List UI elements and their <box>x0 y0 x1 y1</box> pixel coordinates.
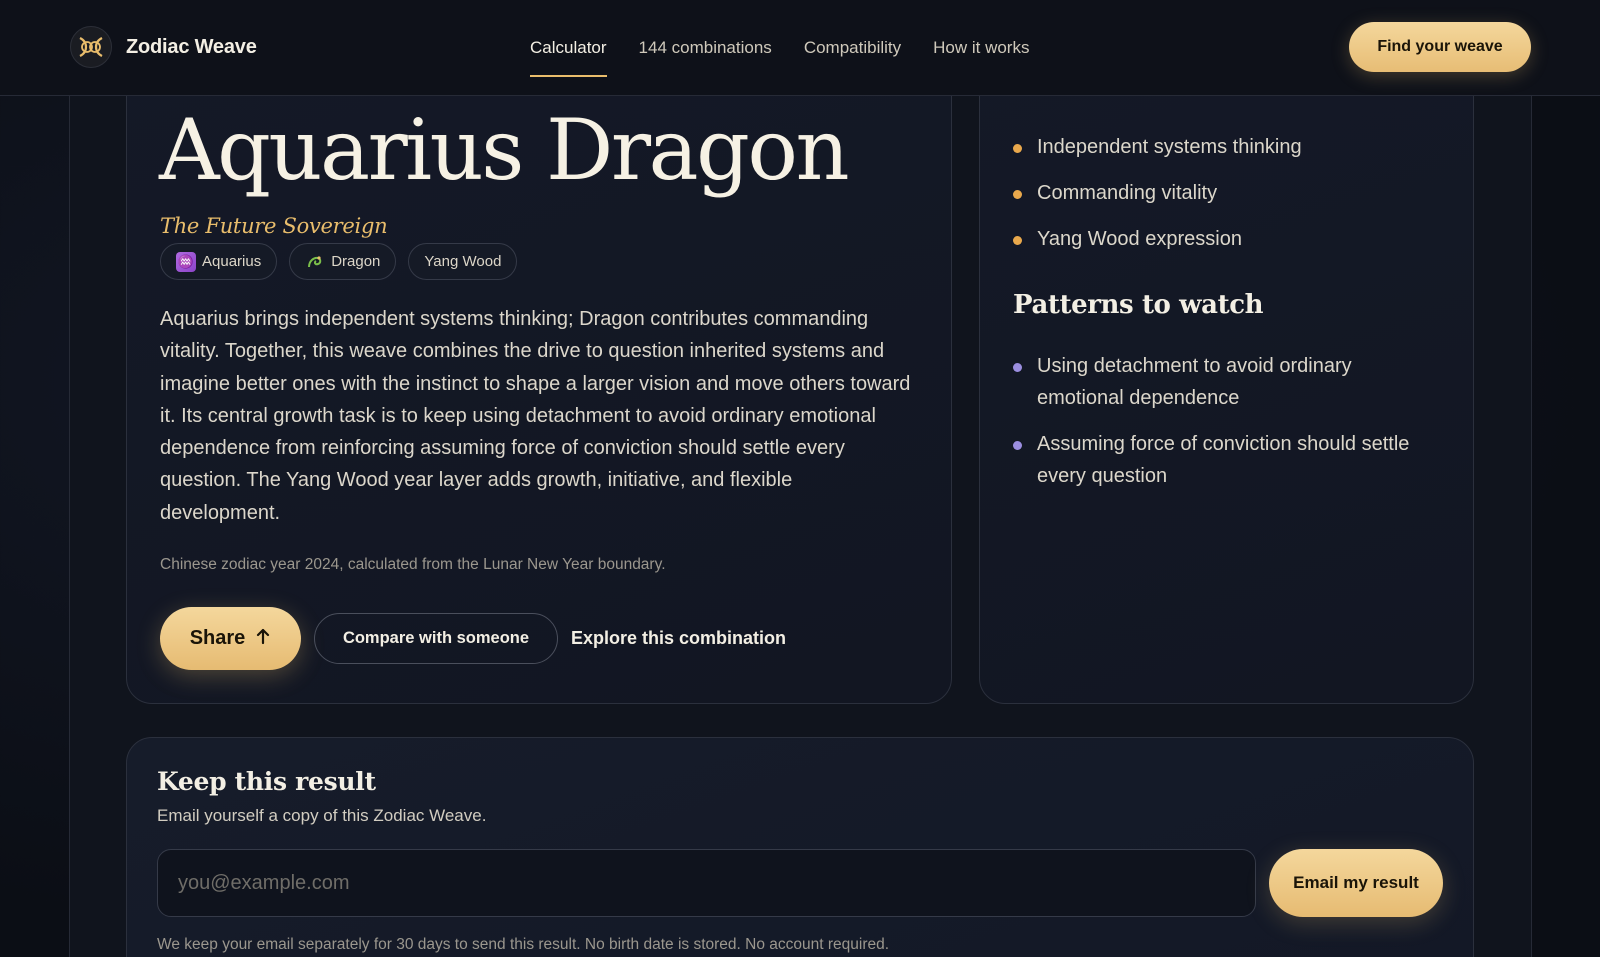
email-field[interactable] <box>157 849 1256 917</box>
tag-label: Aquarius <box>202 253 262 270</box>
share-button[interactable]: Share <box>160 607 301 670</box>
find-your-weave-button[interactable]: Find your weave <box>1349 22 1531 72</box>
keep-result-title: Keep this result <box>157 767 376 796</box>
brand-logo-link[interactable]: Zodiac Weave <box>70 26 257 68</box>
result-title: Aquarius Dragon <box>159 101 850 199</box>
brand-name: Zodiac Weave <box>126 35 257 58</box>
tag-dragon: Dragon <box>289 243 397 280</box>
list-item: Yang Wood expression <box>1012 223 1302 255</box>
zodiac-year-note: Chinese zodiac year 2024, calculated fro… <box>160 556 666 573</box>
nav-item-combinations[interactable]: 144 combinations <box>639 0 772 96</box>
list-item: Assuming force of conviction should sett… <box>1012 428 1442 492</box>
share-arrow-icon <box>255 627 271 651</box>
main-nav: Calculator 144 combinations Compatibilit… <box>530 0 1029 96</box>
list-item: Independent systems thinking <box>1012 131 1302 163</box>
privacy-note: We keep your email separately for 30 day… <box>157 936 890 953</box>
top-navigation-bar: Zodiac Weave Calculator 144 combinations… <box>0 0 1600 96</box>
patterns-list: Using detachment to avoid ordinary emoti… <box>1012 350 1442 506</box>
nav-item-calculator[interactable]: Calculator <box>530 0 607 96</box>
nav-item-compatibility[interactable]: Compatibility <box>804 0 901 96</box>
list-item: Commanding vitality <box>1012 177 1302 209</box>
result-description: Aquarius brings independent systems thin… <box>160 308 911 524</box>
share-label: Share <box>189 627 246 649</box>
result-tags: ♒ Aquarius Dragon Yang Wood <box>160 243 518 280</box>
aquarius-icon: ♒ <box>176 251 196 272</box>
nav-item-how-it-works[interactable]: How it works <box>933 0 1029 96</box>
patterns-heading: Patterns to watch <box>1013 290 1264 320</box>
tag-yang-wood: Yang Wood <box>408 243 518 280</box>
zodiac-weave-logo-icon <box>70 26 112 68</box>
tag-label: Yang Wood <box>424 253 502 270</box>
list-item: Using detachment to avoid ordinary emoti… <box>1012 350 1442 414</box>
explore-combination-link[interactable]: Explore this combination <box>571 628 786 649</box>
strengths-list: Independent systems thinking Commanding … <box>1012 131 1302 269</box>
email-my-result-button[interactable]: Email my result <box>1269 849 1443 917</box>
compare-with-someone-button[interactable]: Compare with someone <box>314 613 558 664</box>
dragon-icon <box>305 252 325 272</box>
tag-label: Dragon <box>331 253 381 270</box>
keep-result-subtitle: Email yourself a copy of this Zodiac Wea… <box>157 806 487 825</box>
result-subtitle: The Future Sovereign <box>160 214 388 238</box>
tag-aquarius: ♒ Aquarius <box>160 243 278 280</box>
